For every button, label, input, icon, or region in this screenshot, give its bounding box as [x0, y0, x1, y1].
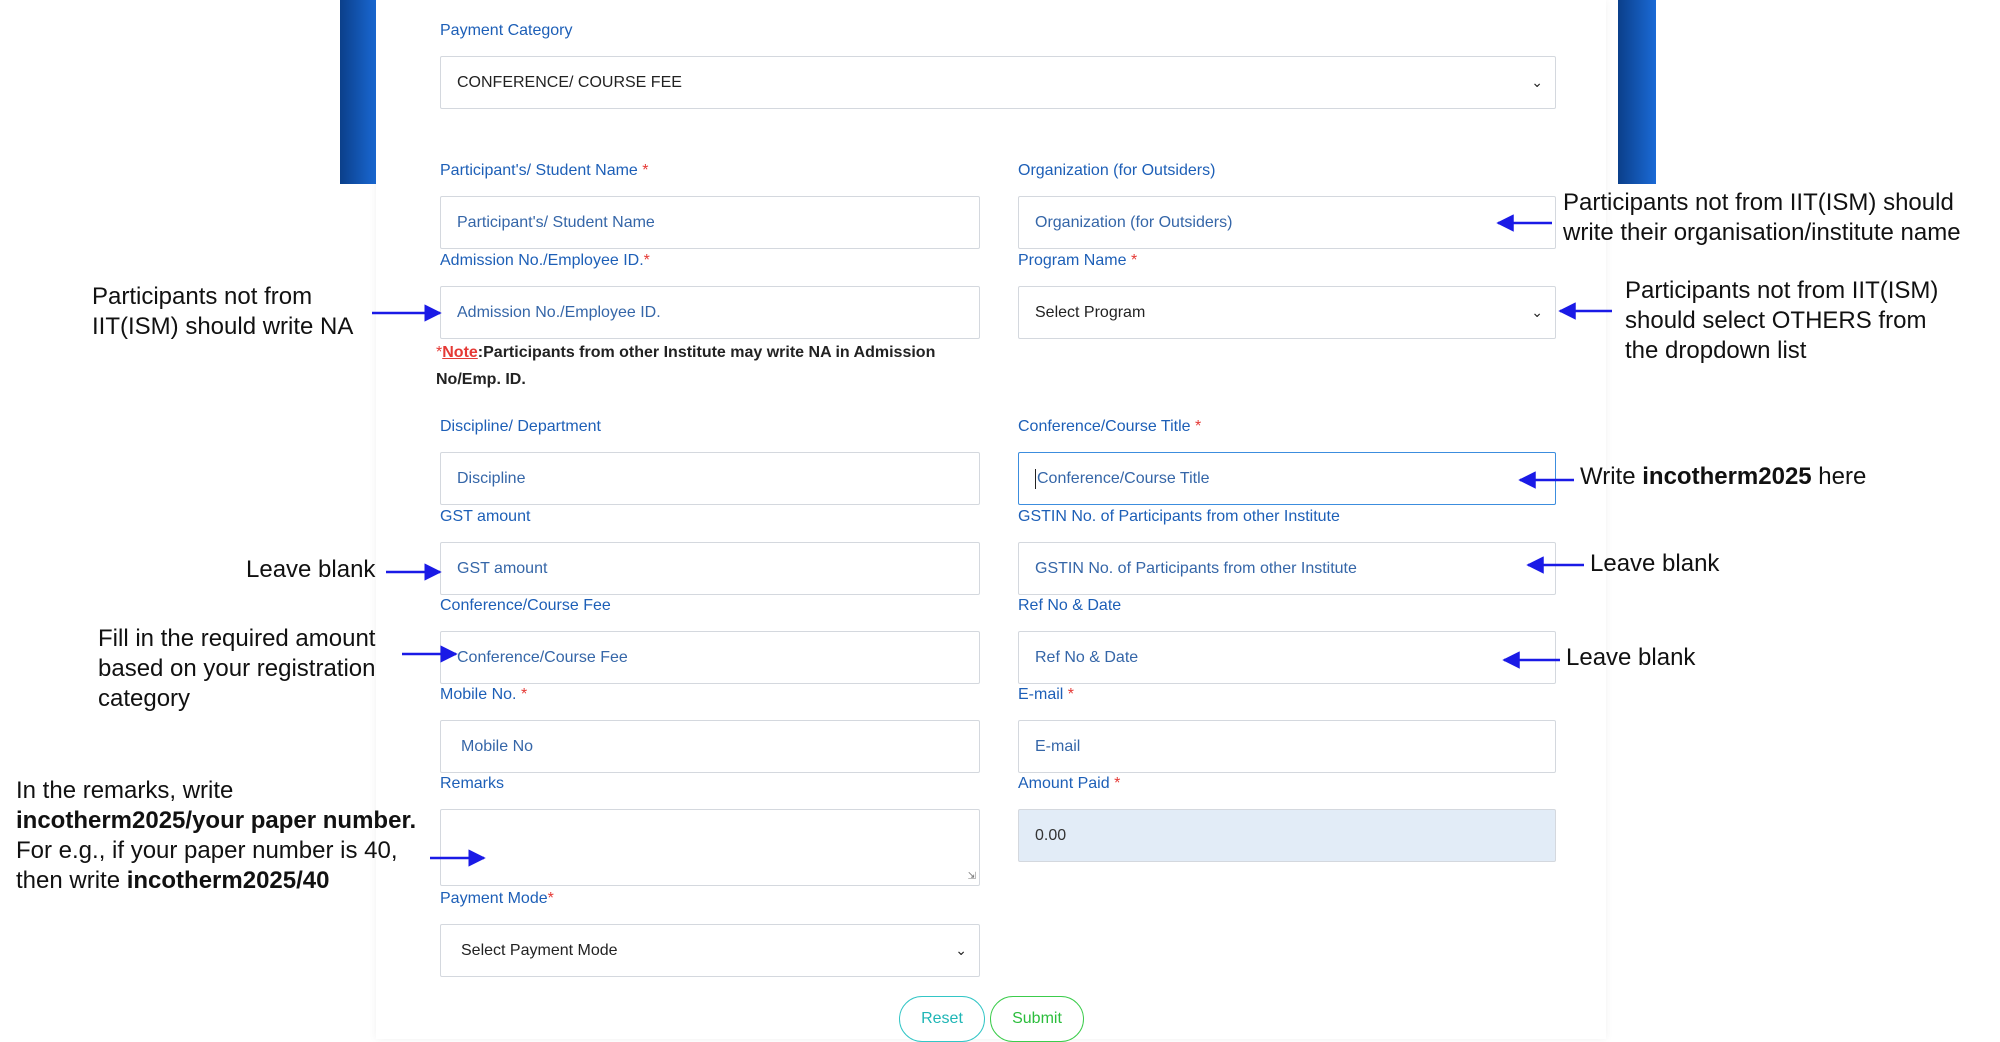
annotation-arrows [372, 214, 1612, 867]
